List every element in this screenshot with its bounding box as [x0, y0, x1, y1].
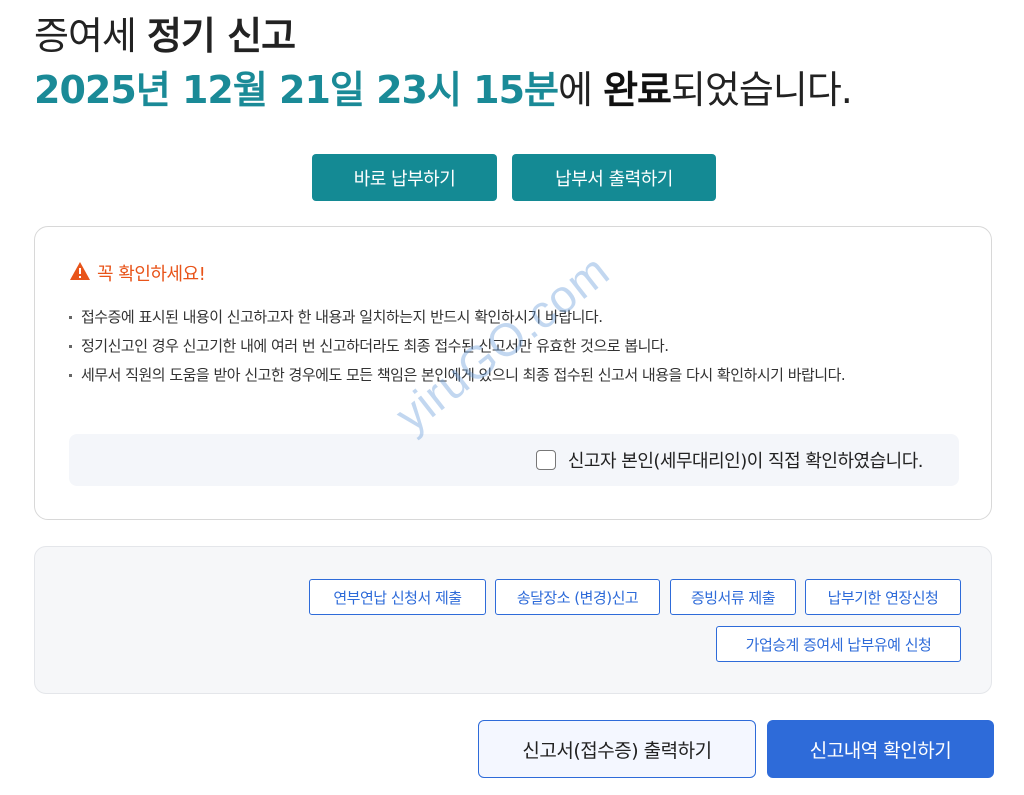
title-connector: 에 [558, 68, 604, 112]
delivery-address-button[interactable]: 송달장소 (변경)신고 [495, 579, 660, 615]
notice-panel: 꼭 확인하세요! 접수증에 표시된 내용이 신고하고자 한 내용과 일치하는지 … [34, 226, 992, 520]
notice-title-text: 꼭 확인하세요! [97, 264, 206, 285]
pay-now-button[interactable]: 바로 납부하기 [312, 154, 497, 201]
related-services-panel: 연부연납 신청서 제출 송달장소 (변경)신고 증빙서류 제출 납부기한 연장신… [34, 546, 992, 694]
extend-deadline-button[interactable]: 납부기한 연장신청 [805, 579, 961, 615]
submit-evidence-button[interactable]: 증빙서류 제출 [670, 579, 796, 615]
notice-item: 세무서 직원의 도움을 받아 신고한 경우에도 모든 책임은 본인에게 있으니 … [67, 363, 927, 387]
confirm-checkbox[interactable] [535, 450, 556, 470]
title-filing-type: 정기 신고 [146, 14, 296, 58]
print-receipt-button[interactable]: 신고서(접수증) 출력하기 [478, 720, 756, 778]
notice-item: 접수증에 표시된 내용이 신고하고자 한 내용과 일치하는지 반드시 확인하시기… [67, 305, 927, 329]
page-title-line2: 2025년 12월 21일 23시 15분에 완료되었습니다. [34, 66, 853, 114]
print-payment-slip-button[interactable]: 납부서 출력하기 [512, 154, 716, 201]
view-filing-history-button[interactable]: 신고내역 확인하기 [767, 720, 994, 778]
title-complete: 완료 [603, 68, 672, 112]
notice-heading: 꼭 확인하세요! [69, 260, 206, 286]
notice-item: 정기신고인 경우 신고기한 내에 여러 번 신고하더라도 최종 접수된 신고서만… [67, 334, 927, 358]
notice-list: 접수증에 표시된 내용이 신고하고자 한 내용과 일치하는지 반드시 확인하시기… [67, 305, 927, 392]
confirm-row[interactable]: 신고자 본인(세무대리인)이 직접 확인하였습니다. [69, 434, 959, 486]
title-suffix: 되었습니다. [670, 68, 853, 112]
title-tax-type: 증여세 [34, 14, 147, 58]
installment-payment-button[interactable]: 연부연납 신청서 제출 [309, 579, 486, 615]
page-title-line1: 증여세 정기 신고 [34, 12, 296, 60]
completion-datetime: 2025년 12월 21일 23시 15분 [34, 68, 559, 112]
business-succession-deferral-button[interactable]: 가업승계 증여세 납부유예 신청 [716, 626, 961, 662]
confirm-label[interactable]: 신고자 본인(세무대리인)이 직접 확인하였습니다. [568, 447, 924, 473]
warning-icon [69, 261, 91, 286]
